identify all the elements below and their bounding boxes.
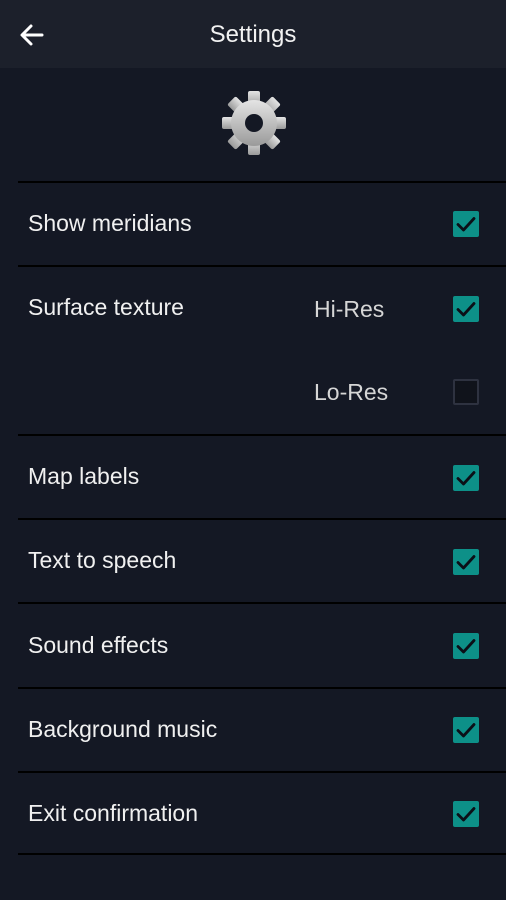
background-music-label: Background music xyxy=(28,716,218,742)
checkmark-icon xyxy=(456,723,476,738)
divider xyxy=(18,602,506,604)
app-bar: Settings xyxy=(0,0,506,68)
exit-confirmation-checkbox[interactable] xyxy=(453,801,479,827)
show-meridians-checkbox[interactable] xyxy=(453,211,479,237)
divider xyxy=(18,518,506,520)
divider xyxy=(18,771,506,773)
gear-icon xyxy=(222,91,286,155)
page-title: Settings xyxy=(209,21,297,48)
checkmark-icon xyxy=(456,555,476,570)
checkmark-icon xyxy=(456,471,476,486)
surface-texture-label: Surface texture xyxy=(28,294,184,320)
exit-confirmation-label: Exit confirmation xyxy=(28,800,199,826)
divider xyxy=(18,687,506,689)
map-labels-label: Map labels xyxy=(28,463,140,489)
checkmark-icon xyxy=(456,302,476,317)
divider xyxy=(18,853,506,855)
settings-header-icon xyxy=(220,89,288,157)
show-meridians-label: Show meridians xyxy=(28,210,192,236)
checkmark-icon xyxy=(456,807,476,822)
hi-res-checkbox[interactable] xyxy=(453,296,479,322)
sound-effects-checkbox[interactable] xyxy=(453,633,479,659)
lo-res-checkbox[interactable] xyxy=(453,379,479,405)
map-labels-checkbox[interactable] xyxy=(453,465,479,491)
sound-effects-label: Sound effects xyxy=(28,632,169,658)
divider xyxy=(18,434,506,436)
lo-res-label: Lo-Res xyxy=(314,379,389,405)
text-to-speech-checkbox[interactable] xyxy=(453,549,479,575)
checkmark-icon xyxy=(456,217,476,232)
divider xyxy=(18,265,506,267)
background-music-checkbox[interactable] xyxy=(453,717,479,743)
hi-res-label: Hi-Res xyxy=(314,296,385,322)
checkmark-icon xyxy=(456,639,476,654)
divider xyxy=(18,181,506,183)
text-to-speech-label: Text to speech xyxy=(28,547,177,573)
